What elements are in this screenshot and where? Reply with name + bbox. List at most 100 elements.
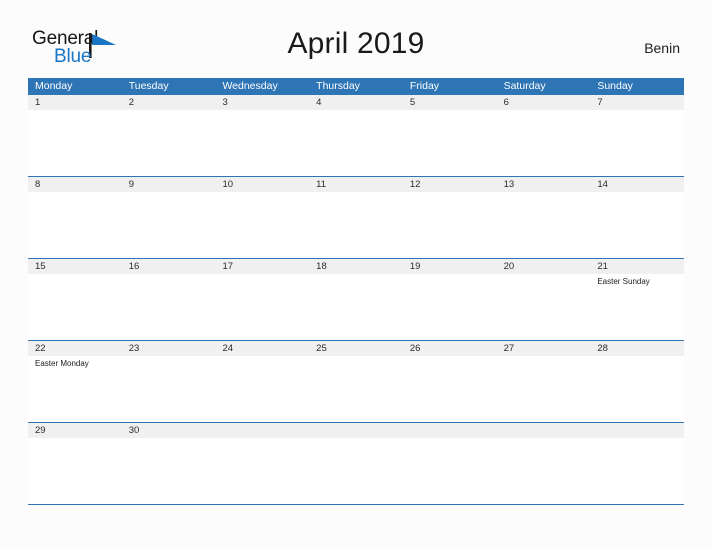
day-number[interactable]: 27 bbox=[497, 341, 591, 356]
day-number[interactable]: 1 bbox=[28, 95, 122, 110]
day-cell[interactable] bbox=[28, 110, 122, 176]
day-cell[interactable] bbox=[497, 110, 591, 176]
day-cell[interactable] bbox=[122, 110, 216, 176]
day-cell[interactable] bbox=[309, 274, 403, 340]
day-number-empty bbox=[590, 423, 684, 438]
day-cell[interactable]: Easter Sunday bbox=[590, 274, 684, 340]
day-number[interactable]: 13 bbox=[497, 177, 591, 192]
page-title: April 2019 bbox=[287, 27, 425, 60]
day-cell[interactable] bbox=[309, 110, 403, 176]
day-number[interactable]: 5 bbox=[403, 95, 497, 110]
day-content-band: Easter Monday bbox=[28, 356, 684, 422]
holiday-event-label: Easter Sunday bbox=[597, 277, 650, 286]
day-number[interactable]: 6 bbox=[497, 95, 591, 110]
day-number[interactable]: 8 bbox=[28, 177, 122, 192]
day-cell[interactable] bbox=[590, 356, 684, 422]
day-number[interactable]: 20 bbox=[497, 259, 591, 274]
weekday-header-saturday: Saturday bbox=[503, 80, 546, 92]
day-content-band bbox=[28, 110, 684, 176]
day-cell[interactable] bbox=[28, 274, 122, 340]
date-number-band: 22 23 24 25 26 27 28 bbox=[28, 341, 684, 356]
day-cell[interactable] bbox=[28, 192, 122, 258]
day-cell[interactable]: Easter Monday bbox=[28, 356, 122, 422]
day-cell bbox=[497, 438, 591, 504]
day-cell[interactable] bbox=[215, 192, 309, 258]
day-cell[interactable] bbox=[403, 274, 497, 340]
day-content-band: Easter Sunday bbox=[28, 274, 684, 340]
date-number-band: 15 16 17 18 19 20 21 bbox=[28, 259, 684, 274]
day-number[interactable]: 30 bbox=[122, 423, 216, 438]
grid-bottom-rule bbox=[28, 504, 684, 505]
day-cell[interactable] bbox=[403, 356, 497, 422]
date-number-band: 29 30 bbox=[28, 423, 684, 438]
page-header: General Blue April 2019 Benin bbox=[0, 0, 712, 78]
country-label: Benin bbox=[644, 40, 680, 56]
day-cell[interactable] bbox=[497, 356, 591, 422]
day-cell[interactable] bbox=[590, 192, 684, 258]
day-cell[interactable] bbox=[215, 110, 309, 176]
day-cell[interactable] bbox=[497, 274, 591, 340]
calendar-week-row: 15 16 17 18 19 20 21 Easter Sunday bbox=[28, 258, 684, 340]
day-number[interactable]: 2 bbox=[122, 95, 216, 110]
day-number-empty bbox=[215, 423, 309, 438]
day-cell[interactable] bbox=[122, 192, 216, 258]
weekday-header-row: Monday Tuesday Wednesday Thursday Friday… bbox=[28, 78, 684, 95]
day-number[interactable]: 16 bbox=[122, 259, 216, 274]
day-cell[interactable] bbox=[215, 356, 309, 422]
day-cell[interactable] bbox=[122, 274, 216, 340]
day-cell[interactable] bbox=[403, 192, 497, 258]
day-number[interactable]: 18 bbox=[309, 259, 403, 274]
day-number[interactable]: 19 bbox=[403, 259, 497, 274]
day-cell bbox=[403, 438, 497, 504]
day-cell bbox=[215, 438, 309, 504]
day-number-empty bbox=[309, 423, 403, 438]
calendar-week-row: 1234567 bbox=[28, 95, 684, 176]
day-number[interactable]: 29 bbox=[28, 423, 122, 438]
day-number-empty bbox=[403, 423, 497, 438]
day-number[interactable]: 3 bbox=[215, 95, 309, 110]
day-number[interactable]: 17 bbox=[215, 259, 309, 274]
day-cell[interactable] bbox=[122, 438, 216, 504]
date-number-band: 8 9 10 11 12 13 14 bbox=[28, 177, 684, 192]
calendar-page: General Blue April 2019 Benin Monday Tue… bbox=[0, 0, 712, 550]
calendar-week-row: 29 30 bbox=[28, 422, 684, 504]
day-number[interactable]: 14 bbox=[590, 177, 684, 192]
day-number[interactable]: 28 bbox=[590, 341, 684, 356]
day-cell[interactable] bbox=[590, 110, 684, 176]
weekday-header-friday: Friday bbox=[409, 80, 440, 92]
day-cell[interactable] bbox=[122, 356, 216, 422]
day-cell[interactable] bbox=[403, 110, 497, 176]
weekday-header-wednesday: Wednesday bbox=[222, 80, 278, 92]
day-cell[interactable] bbox=[215, 274, 309, 340]
day-number[interactable]: 25 bbox=[309, 341, 403, 356]
day-number[interactable]: 23 bbox=[122, 341, 216, 356]
day-number[interactable]: 15 bbox=[28, 259, 122, 274]
weekday-header-tuesday: Tuesday bbox=[128, 80, 169, 92]
calendar-grid: Monday Tuesday Wednesday Thursday Friday… bbox=[28, 78, 684, 505]
day-number[interactable]: 9 bbox=[122, 177, 216, 192]
day-number[interactable]: 4 bbox=[309, 95, 403, 110]
day-content-band bbox=[28, 438, 684, 504]
day-number[interactable]: 26 bbox=[403, 341, 497, 356]
day-cell[interactable] bbox=[497, 192, 591, 258]
day-number[interactable]: 11 bbox=[309, 177, 403, 192]
weekday-header-sunday: Sunday bbox=[597, 80, 633, 92]
day-number[interactable]: 7 bbox=[590, 95, 684, 110]
day-number[interactable]: 10 bbox=[215, 177, 309, 192]
calendar-week-row: 22 23 24 25 26 27 28 Easter Monday bbox=[28, 340, 684, 422]
day-number[interactable]: 24 bbox=[215, 341, 309, 356]
day-number[interactable]: 22 bbox=[28, 341, 122, 356]
day-number-empty bbox=[497, 423, 591, 438]
weekday-header-thursday: Thursday bbox=[316, 80, 360, 92]
date-number-band: 1234567 bbox=[28, 95, 684, 110]
holiday-event-label: Easter Monday bbox=[35, 359, 89, 368]
day-number[interactable]: 12 bbox=[403, 177, 497, 192]
calendar-weeks: 1 2 3 4 5 6 7 8 9 10 11 12 13 14 15 16 17 18 19 20 21 Easter … bbox=[28, 95, 684, 504]
day-cell[interactable] bbox=[309, 192, 403, 258]
day-content-band bbox=[28, 192, 684, 258]
day-cell[interactable] bbox=[309, 356, 403, 422]
day-cell[interactable] bbox=[28, 438, 122, 504]
weekday-header-monday: Monday bbox=[35, 80, 73, 92]
day-number[interactable]: 21 bbox=[590, 259, 684, 274]
day-cell bbox=[590, 438, 684, 504]
